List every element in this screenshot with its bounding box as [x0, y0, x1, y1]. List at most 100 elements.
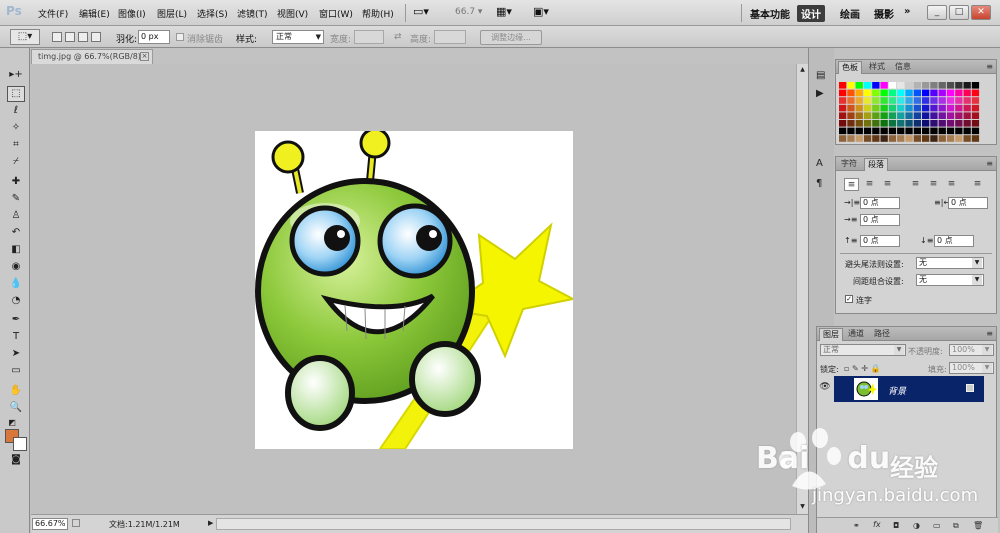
color-swatch[interactable] — [847, 104, 855, 112]
color-swatch[interactable] — [971, 127, 980, 135]
color-swatch[interactable] — [955, 104, 963, 112]
workspace-design[interactable]: 设计 — [797, 5, 825, 22]
justify-last-center-icon[interactable]: ≡ — [926, 178, 941, 191]
color-swatch[interactable] — [847, 97, 855, 104]
style-select[interactable]: 正常 ▼ — [272, 30, 324, 44]
fx-icon[interactable]: fx — [873, 520, 881, 529]
color-swatch[interactable] — [888, 82, 897, 89]
color-swatch[interactable] — [839, 127, 847, 135]
color-swatch[interactable] — [855, 120, 863, 127]
color-swatch[interactable] — [880, 82, 888, 89]
color-swatch[interactable] — [855, 112, 863, 119]
tab-paths[interactable]: 路径 — [871, 328, 893, 341]
pen-tool-icon[interactable]: ✒ — [8, 313, 24, 327]
color-swatch[interactable] — [913, 104, 921, 112]
delete-layer-icon[interactable]: 🗑 — [973, 521, 983, 530]
color-swatch[interactable] — [897, 89, 905, 97]
color-swatch[interactable] — [872, 120, 880, 127]
color-swatch[interactable] — [863, 104, 872, 112]
status-menu-icon[interactable]: ▶ — [208, 519, 213, 527]
color-swatch[interactable] — [872, 112, 880, 119]
layer-row-background[interactable]: 背景 — [834, 376, 984, 402]
color-swatch[interactable] — [930, 112, 938, 119]
minimize-button[interactable]: _ — [927, 5, 947, 20]
screen-mode-toggle-icon[interactable]: ▣▾ — [533, 5, 549, 18]
arrange-documents-icon[interactable]: ▦▾ — [496, 5, 512, 18]
blur-tool-icon[interactable]: 💧 — [8, 277, 24, 291]
color-swatch[interactable] — [905, 89, 913, 97]
color-swatch[interactable] — [847, 82, 855, 89]
color-swatch[interactable] — [905, 82, 913, 89]
color-swatch[interactable] — [880, 104, 888, 112]
color-swatch[interactable] — [863, 97, 872, 104]
color-swatch[interactable] — [872, 82, 880, 89]
color-swatch[interactable] — [839, 112, 847, 119]
menu-filter[interactable]: 滤镜(T) — [237, 7, 268, 20]
hyphenate-checkbox[interactable]: ✓ — [845, 295, 853, 303]
color-swatch[interactable] — [971, 82, 980, 89]
opacity-input[interactable]: 100% ▼ — [949, 344, 994, 356]
tab-character[interactable]: 字符 — [838, 158, 860, 171]
color-swatch[interactable] — [922, 127, 930, 135]
color-swatch[interactable] — [872, 89, 880, 97]
color-swatch[interactable] — [888, 127, 897, 135]
color-swatch[interactable] — [971, 120, 980, 127]
color-swatch[interactable] — [938, 97, 946, 104]
paint-bucket-tool-icon[interactable]: ◉ — [8, 260, 24, 274]
color-swatch[interactable] — [930, 104, 938, 112]
color-swatch[interactable] — [913, 89, 921, 97]
color-swatch[interactable] — [963, 120, 971, 127]
character-icon[interactable]: A — [816, 158, 823, 169]
color-swatch[interactable] — [855, 89, 863, 97]
menu-layer[interactable]: 图层(L) — [157, 7, 187, 20]
color-swatch[interactable] — [963, 82, 971, 89]
color-swatch[interactable] — [938, 89, 946, 97]
history-icon[interactable]: ▤ — [816, 70, 825, 81]
blend-mode-select[interactable]: 正常 ▼ — [820, 344, 906, 356]
color-swatch[interactable] — [955, 82, 963, 89]
justify-last-right-icon[interactable]: ≡ — [944, 178, 959, 191]
color-swatch[interactable] — [880, 112, 888, 119]
color-swatch[interactable] — [880, 135, 888, 142]
color-swatch[interactable] — [938, 135, 946, 142]
add-to-selection-icon[interactable] — [65, 32, 75, 42]
workspace-essentials[interactable]: 基本功能 — [750, 6, 790, 21]
color-swatch[interactable] — [905, 120, 913, 127]
eye-icon[interactable]: 👁 — [818, 382, 832, 396]
color-swatch[interactable] — [930, 97, 938, 104]
color-swatch[interactable] — [963, 112, 971, 119]
fill-input[interactable]: 100% ▼ — [949, 362, 994, 374]
clone-stamp-tool-icon[interactable]: ♙ — [8, 209, 24, 223]
color-swatch[interactable] — [897, 97, 905, 104]
color-swatch[interactable] — [913, 97, 921, 104]
zoom-tool-icon[interactable]: 🔍 — [8, 401, 24, 415]
color-swatch[interactable] — [963, 89, 971, 97]
color-swatch[interactable] — [905, 97, 913, 104]
kinsoku-select[interactable]: 无 ▼ — [916, 257, 984, 269]
color-swatch[interactable] — [955, 112, 963, 119]
dodge-tool-icon[interactable]: ◔ — [8, 294, 24, 308]
color-swatch[interactable] — [946, 127, 955, 135]
menu-edit[interactable]: 编辑(E) — [79, 7, 110, 20]
indent-left-input[interactable]: 0 点 — [860, 197, 900, 209]
indent-first-line-input[interactable]: 0 点 — [860, 214, 900, 226]
space-after-input[interactable]: 0 点 — [934, 235, 974, 247]
new-group-icon[interactable]: ▭ — [933, 521, 941, 530]
color-swatch[interactable] — [946, 120, 955, 127]
tab-paragraph[interactable]: 段落 — [864, 158, 888, 171]
eraser-tool-icon[interactable]: ◧ — [8, 243, 24, 257]
color-swatch[interactable] — [839, 104, 847, 112]
color-swatch[interactable] — [847, 89, 855, 97]
color-swatch[interactable] — [930, 82, 938, 89]
link-layers-icon[interactable]: ⚭ — [853, 521, 860, 530]
menu-image[interactable]: 图像(I) — [118, 7, 146, 20]
color-swatch[interactable] — [930, 135, 938, 142]
color-swatch[interactable] — [863, 127, 872, 135]
color-swatch[interactable] — [955, 135, 963, 142]
panel-menu-icon[interactable]: ≡ — [986, 62, 993, 71]
color-swatch[interactable] — [971, 89, 980, 97]
color-swatch[interactable] — [880, 120, 888, 127]
color-swatch[interactable] — [872, 104, 880, 112]
color-swatch[interactable] — [905, 112, 913, 119]
color-swatch[interactable] — [888, 120, 897, 127]
